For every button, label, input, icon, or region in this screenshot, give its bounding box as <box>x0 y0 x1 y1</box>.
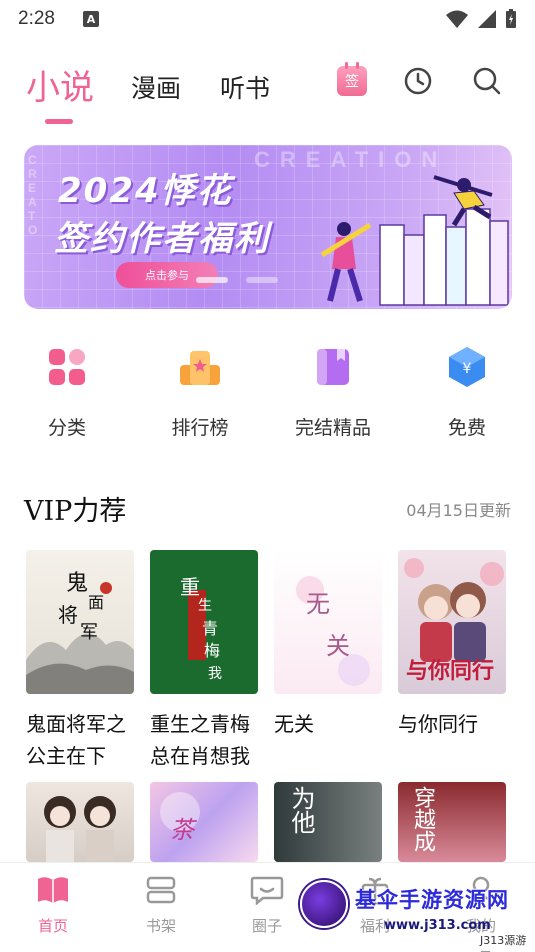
cover-anime-girls: 与你同行 <box>404 558 504 684</box>
svg-text:无: 无 <box>306 590 330 618</box>
banner-title-line2: 签约作者福利 <box>54 219 270 259</box>
banner-page-dot <box>246 277 278 283</box>
book-title: 鬼面将军之公主在下 <box>26 712 126 768</box>
svg-text:青: 青 <box>202 619 218 638</box>
status-time: 2:28 <box>18 8 55 29</box>
book-cover: 与你同行 <box>398 550 506 694</box>
category-label: 排行榜 <box>171 417 229 439</box>
book-card[interactable]: 鬼 面 将 军 鬼面将军之公主在下 <box>26 550 134 772</box>
grid-icon <box>49 349 85 385</box>
chat-bubble-icon <box>250 876 284 906</box>
podium-icon <box>180 351 220 385</box>
watermark-url: www.j313.com <box>384 918 491 933</box>
section-title-vip: VIP力荐 <box>24 496 127 527</box>
svg-text:军: 军 <box>80 622 98 643</box>
tab-novel[interactable]: 小说 <box>26 60 94 109</box>
category-ranking[interactable]: 排行榜 <box>145 345 255 440</box>
svg-text:与你同行: 与你同行 <box>406 658 494 684</box>
book-title: 与你同行 <box>398 712 478 736</box>
history-clock-icon[interactable] <box>403 66 433 96</box>
banner-side-text: CREATO <box>28 153 38 237</box>
wifi-icon <box>446 10 468 28</box>
home-book-icon <box>38 877 68 903</box>
svg-text:重: 重 <box>180 575 200 599</box>
tab-audiobook[interactable]: 听书 <box>220 69 270 105</box>
battery-icon <box>506 9 516 28</box>
svg-text:茶: 茶 <box>170 816 198 844</box>
category-shortcuts: 分类 排行榜 完结精品 ¥ 免费 <box>0 345 535 445</box>
book-card[interactable]: 与你同行 与你同行 <box>398 550 506 740</box>
book-cover: 重 生 青 梅 我 <box>150 550 258 694</box>
book-cover: 无 关 <box>274 550 382 694</box>
nav-label: 圈子 <box>251 917 282 935</box>
book-cover-partial[interactable]: 茶 <box>150 782 258 862</box>
sign-in-button[interactable]: 签 <box>337 62 367 96</box>
cover-ink-landscape: 鬼 面 将 军 <box>26 571 134 694</box>
nav-label: 首页 <box>37 917 68 935</box>
svg-text:我: 我 <box>208 666 222 682</box>
category-label: 完结精品 <box>294 417 371 439</box>
svg-text:将: 将 <box>58 603 78 627</box>
watermark-subtitle: J313源游网 <box>480 934 527 952</box>
banner-illustration <box>320 175 509 306</box>
book-cover-partial[interactable]: 为他 <box>274 782 382 862</box>
svg-text:生: 生 <box>198 598 212 614</box>
category-label: 免费 <box>447 417 486 439</box>
book-title: 无关 <box>274 712 314 736</box>
watermark-title: 基伞手游资源网 <box>355 888 509 912</box>
banner-title-line1: 2024悸花 <box>58 171 233 211</box>
category-free[interactable]: ¥ 免费 <box>412 345 522 440</box>
section-updated-date: 04月15日更新 <box>406 501 511 520</box>
category-label: 分类 <box>47 417 86 439</box>
svg-text:¥: ¥ <box>463 361 472 377</box>
svg-text:鬼: 鬼 <box>66 571 88 596</box>
cover-pink-glow: 茶 <box>160 792 200 844</box>
promo-banner[interactable]: CREATION CREATO 2024悸花 签约作者福利 点击参与 <box>24 145 512 309</box>
bookshelf-icon <box>146 876 176 904</box>
book-title: 重生之青梅总在肖想我 <box>150 712 250 768</box>
book-cover-partial[interactable]: 穿越成 <box>398 782 506 862</box>
svg-text:梅: 梅 <box>204 641 220 660</box>
yen-hexagon-icon: ¥ <box>449 347 485 387</box>
cover-calligraphy: 重 生 青 梅 我 <box>180 575 222 682</box>
status-indicators <box>445 9 517 29</box>
category-completed[interactable]: 完结精品 <box>278 345 388 440</box>
nav-label: 书架 <box>145 917 176 935</box>
svg-text:关: 关 <box>326 632 350 660</box>
tab-active-indicator <box>45 119 73 124</box>
banner-cta-button[interactable]: 点击参与 <box>116 262 218 288</box>
watermark-logo <box>300 880 348 928</box>
category-classify[interactable]: 分类 <box>12 345 122 440</box>
book-cover-partial[interactable] <box>26 782 134 862</box>
search-icon[interactable] <box>472 66 502 96</box>
cover-soft-calligraphy: 无 关 <box>296 576 370 686</box>
banner-page-dot <box>196 277 228 283</box>
nav-bookshelf[interactable]: 书架 <box>126 875 196 936</box>
nav-circle[interactable]: 圈子 <box>232 875 302 936</box>
nav-home[interactable]: 首页 <box>18 875 88 936</box>
book-icon <box>317 349 349 385</box>
book-card[interactable]: 无 关 无关 <box>274 550 382 740</box>
svg-text:面: 面 <box>88 593 104 612</box>
cover-title-text: 穿越成 <box>410 786 435 852</box>
sign-in-label: 签 <box>345 74 359 90</box>
signal-icon <box>478 10 496 28</box>
top-nav: 小说 漫画 听书 签 <box>0 55 535 125</box>
book-card[interactable]: 重 生 青 梅 我 重生之青梅总在肖想我 <box>150 550 258 772</box>
cover-title-text: 为他 <box>287 786 315 834</box>
cover-two-girls <box>44 796 116 862</box>
site-watermark: 基伞手游资源网 www.j313.com J313源游网 <box>300 880 535 952</box>
tab-comic[interactable]: 漫画 <box>131 69 181 105</box>
notification-icon: A <box>82 11 99 27</box>
status-bar: 2:28 A <box>0 0 535 38</box>
book-cover: 鬼 面 将 军 <box>26 550 134 694</box>
